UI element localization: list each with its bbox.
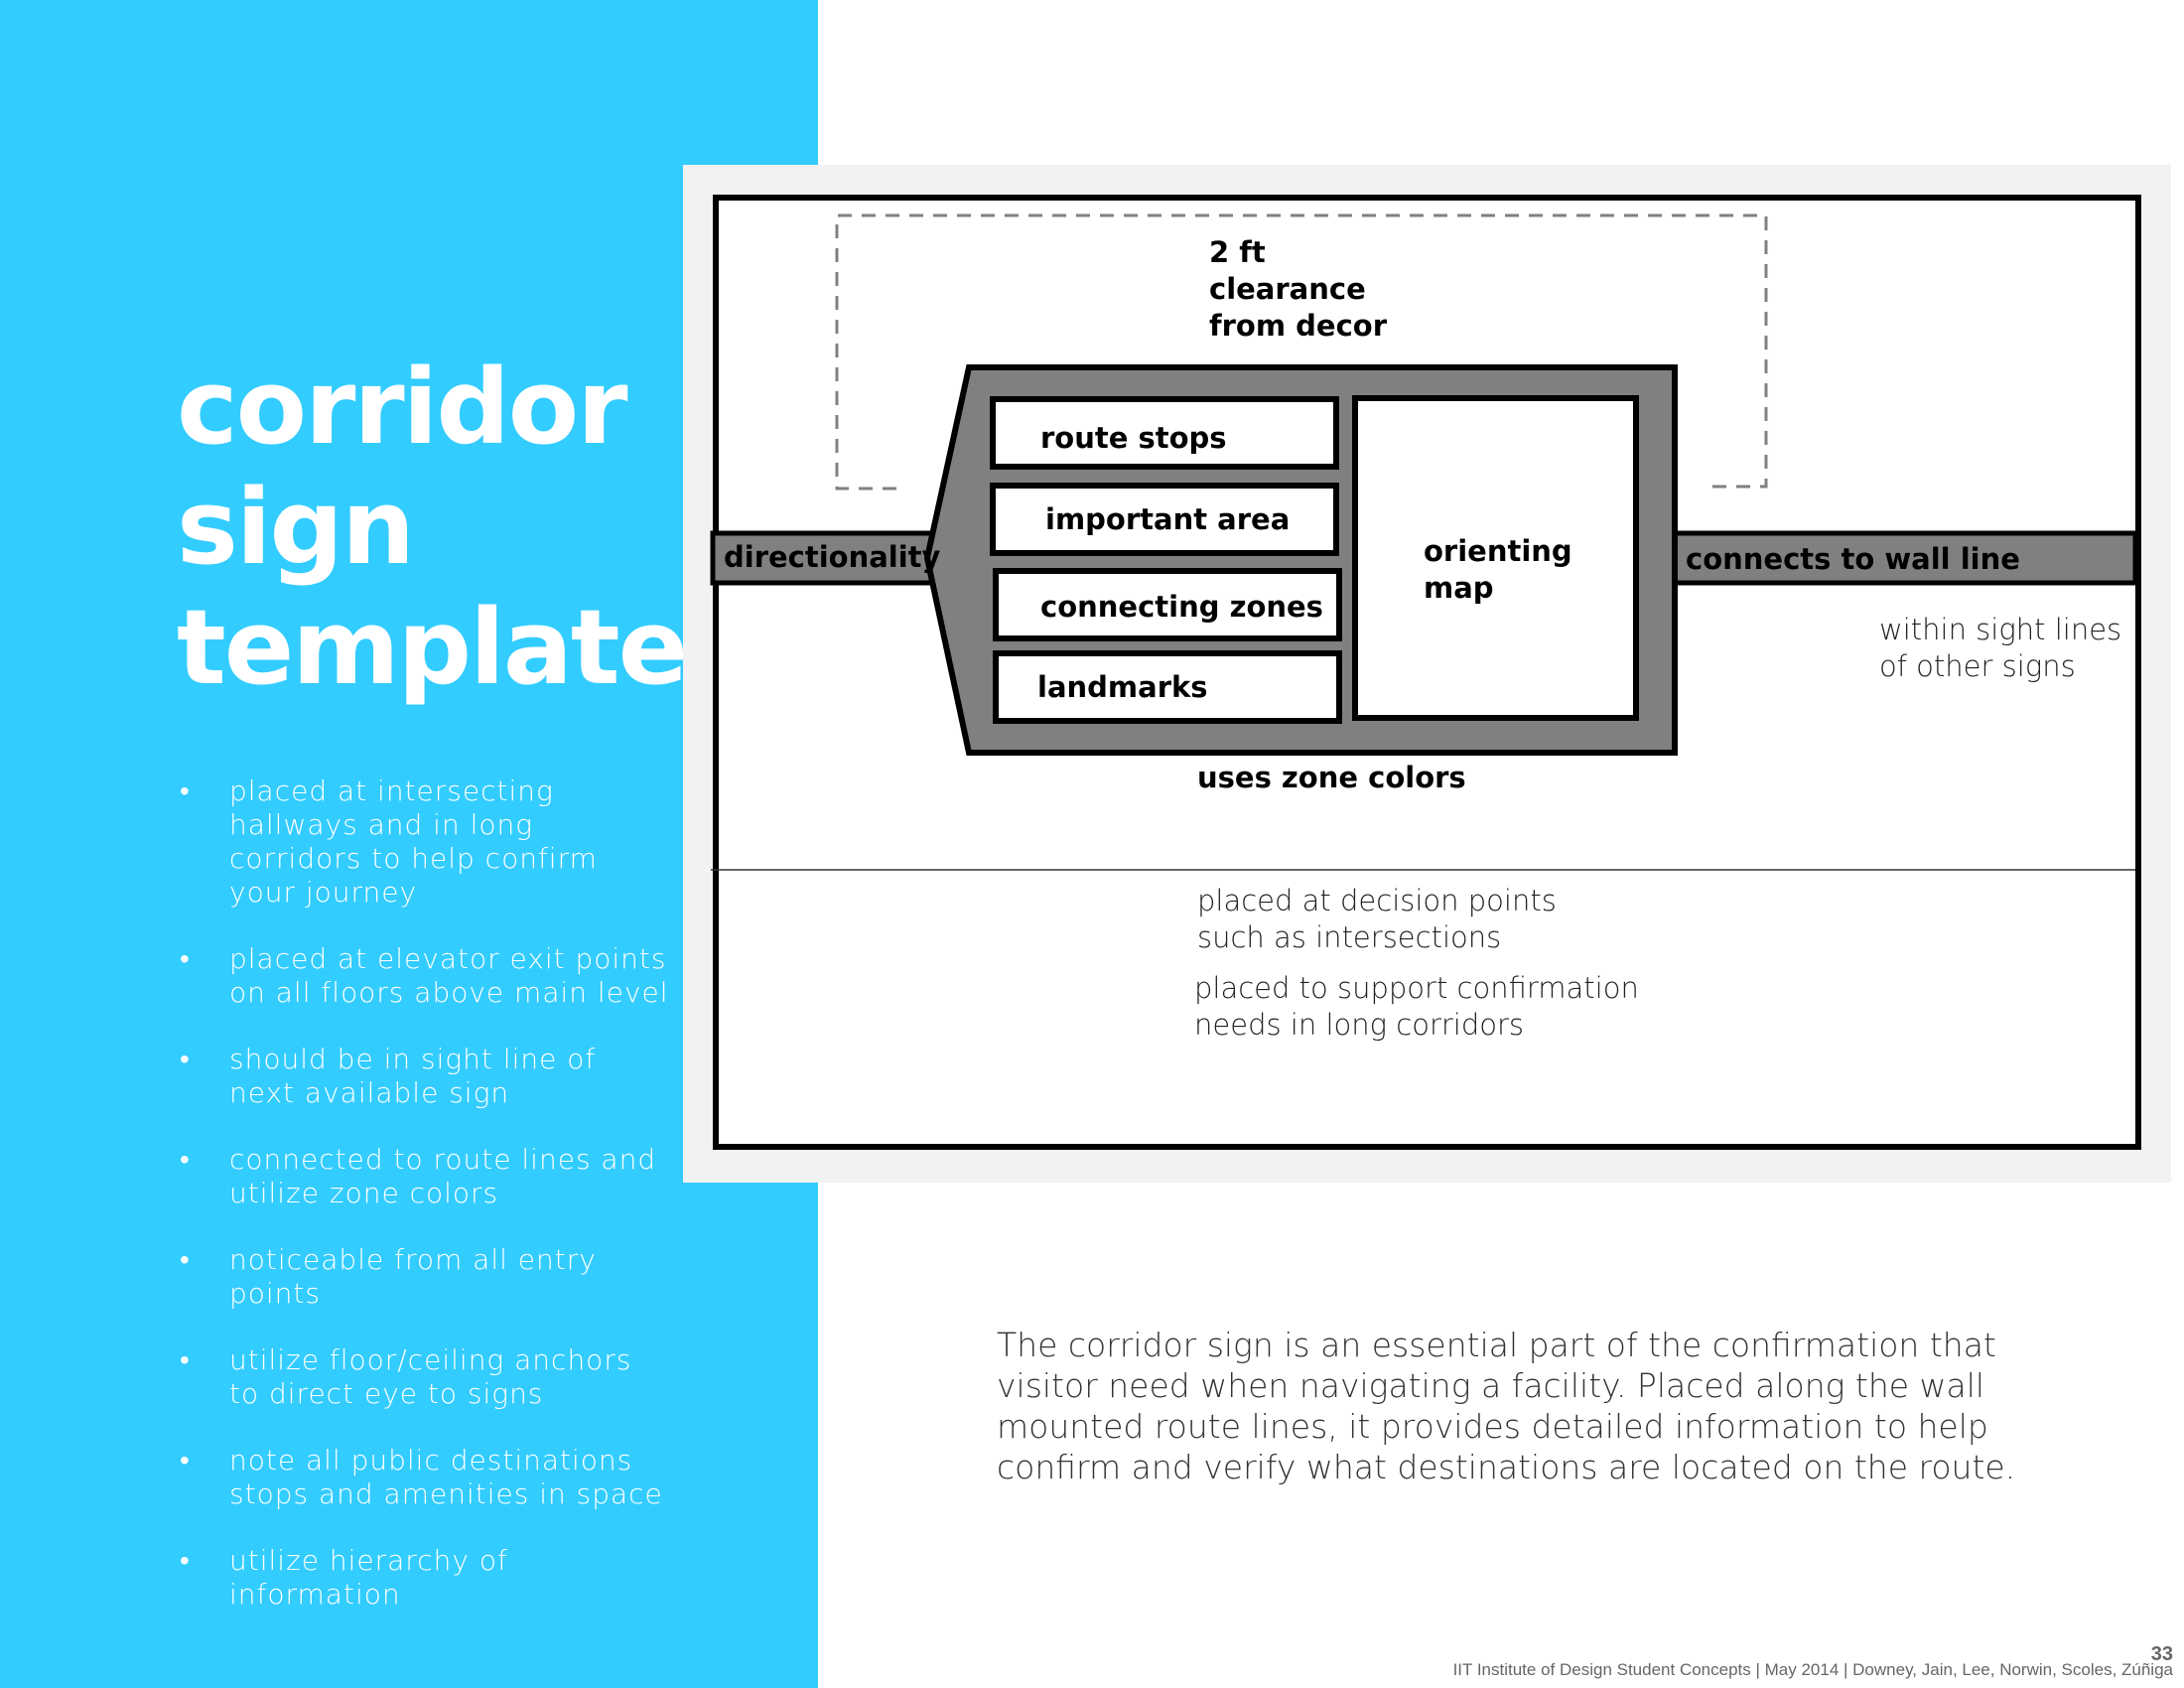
confirmation-note: placed to support confirmation needs in … bbox=[1194, 970, 1639, 1044]
description-line: confirm and verify what destinations are… bbox=[997, 1448, 2016, 1486]
clearance-line: clearance bbox=[1209, 272, 1366, 306]
map-line: orienting bbox=[1424, 534, 1572, 568]
landmarks-label: landmarks bbox=[1037, 670, 1208, 704]
map-line: map bbox=[1424, 571, 1494, 605]
description-line: visitor need when navigating a facility.… bbox=[997, 1366, 1985, 1405]
note-line: needs in long corridors bbox=[1194, 1008, 1525, 1042]
important-area-label: important area bbox=[1045, 502, 1291, 536]
description-paragraph: The corridor sign is an essential part o… bbox=[997, 1325, 2049, 1487]
clearance-line: 2 ft bbox=[1209, 235, 1266, 269]
note-line: within sight lines bbox=[1879, 613, 2122, 646]
connecting-zones-label: connecting zones bbox=[1040, 590, 1323, 624]
directionality-label: directionality bbox=[724, 540, 941, 574]
footer-credits: IIT Institute of Design Student Concepts… bbox=[1452, 1660, 2173, 1679]
clearance-line: from decor bbox=[1209, 309, 1387, 343]
note-line: placed at decision points bbox=[1197, 884, 1557, 917]
orienting-map-label: orienting map bbox=[1424, 533, 1572, 607]
clearance-label: 2 ft clearance from decor bbox=[1209, 234, 1387, 345]
decision-points-note: placed at decision points such as inters… bbox=[1197, 883, 1557, 956]
sight-lines-note: within sight lines of other signs bbox=[1879, 612, 2121, 685]
note-line: of other signs bbox=[1879, 649, 2076, 683]
wall-line-label: connects to wall line bbox=[1686, 542, 2020, 576]
description-line: mounted route lines, it provides detaile… bbox=[997, 1407, 1988, 1446]
zone-colors-label: uses zone colors bbox=[1197, 761, 1466, 794]
route-stops-label: route stops bbox=[1040, 421, 1227, 455]
note-line: such as intersections bbox=[1197, 920, 1502, 954]
description-line: The corridor sign is an essential part o… bbox=[997, 1326, 1996, 1364]
note-line: placed to support confirmation bbox=[1194, 971, 1639, 1005]
